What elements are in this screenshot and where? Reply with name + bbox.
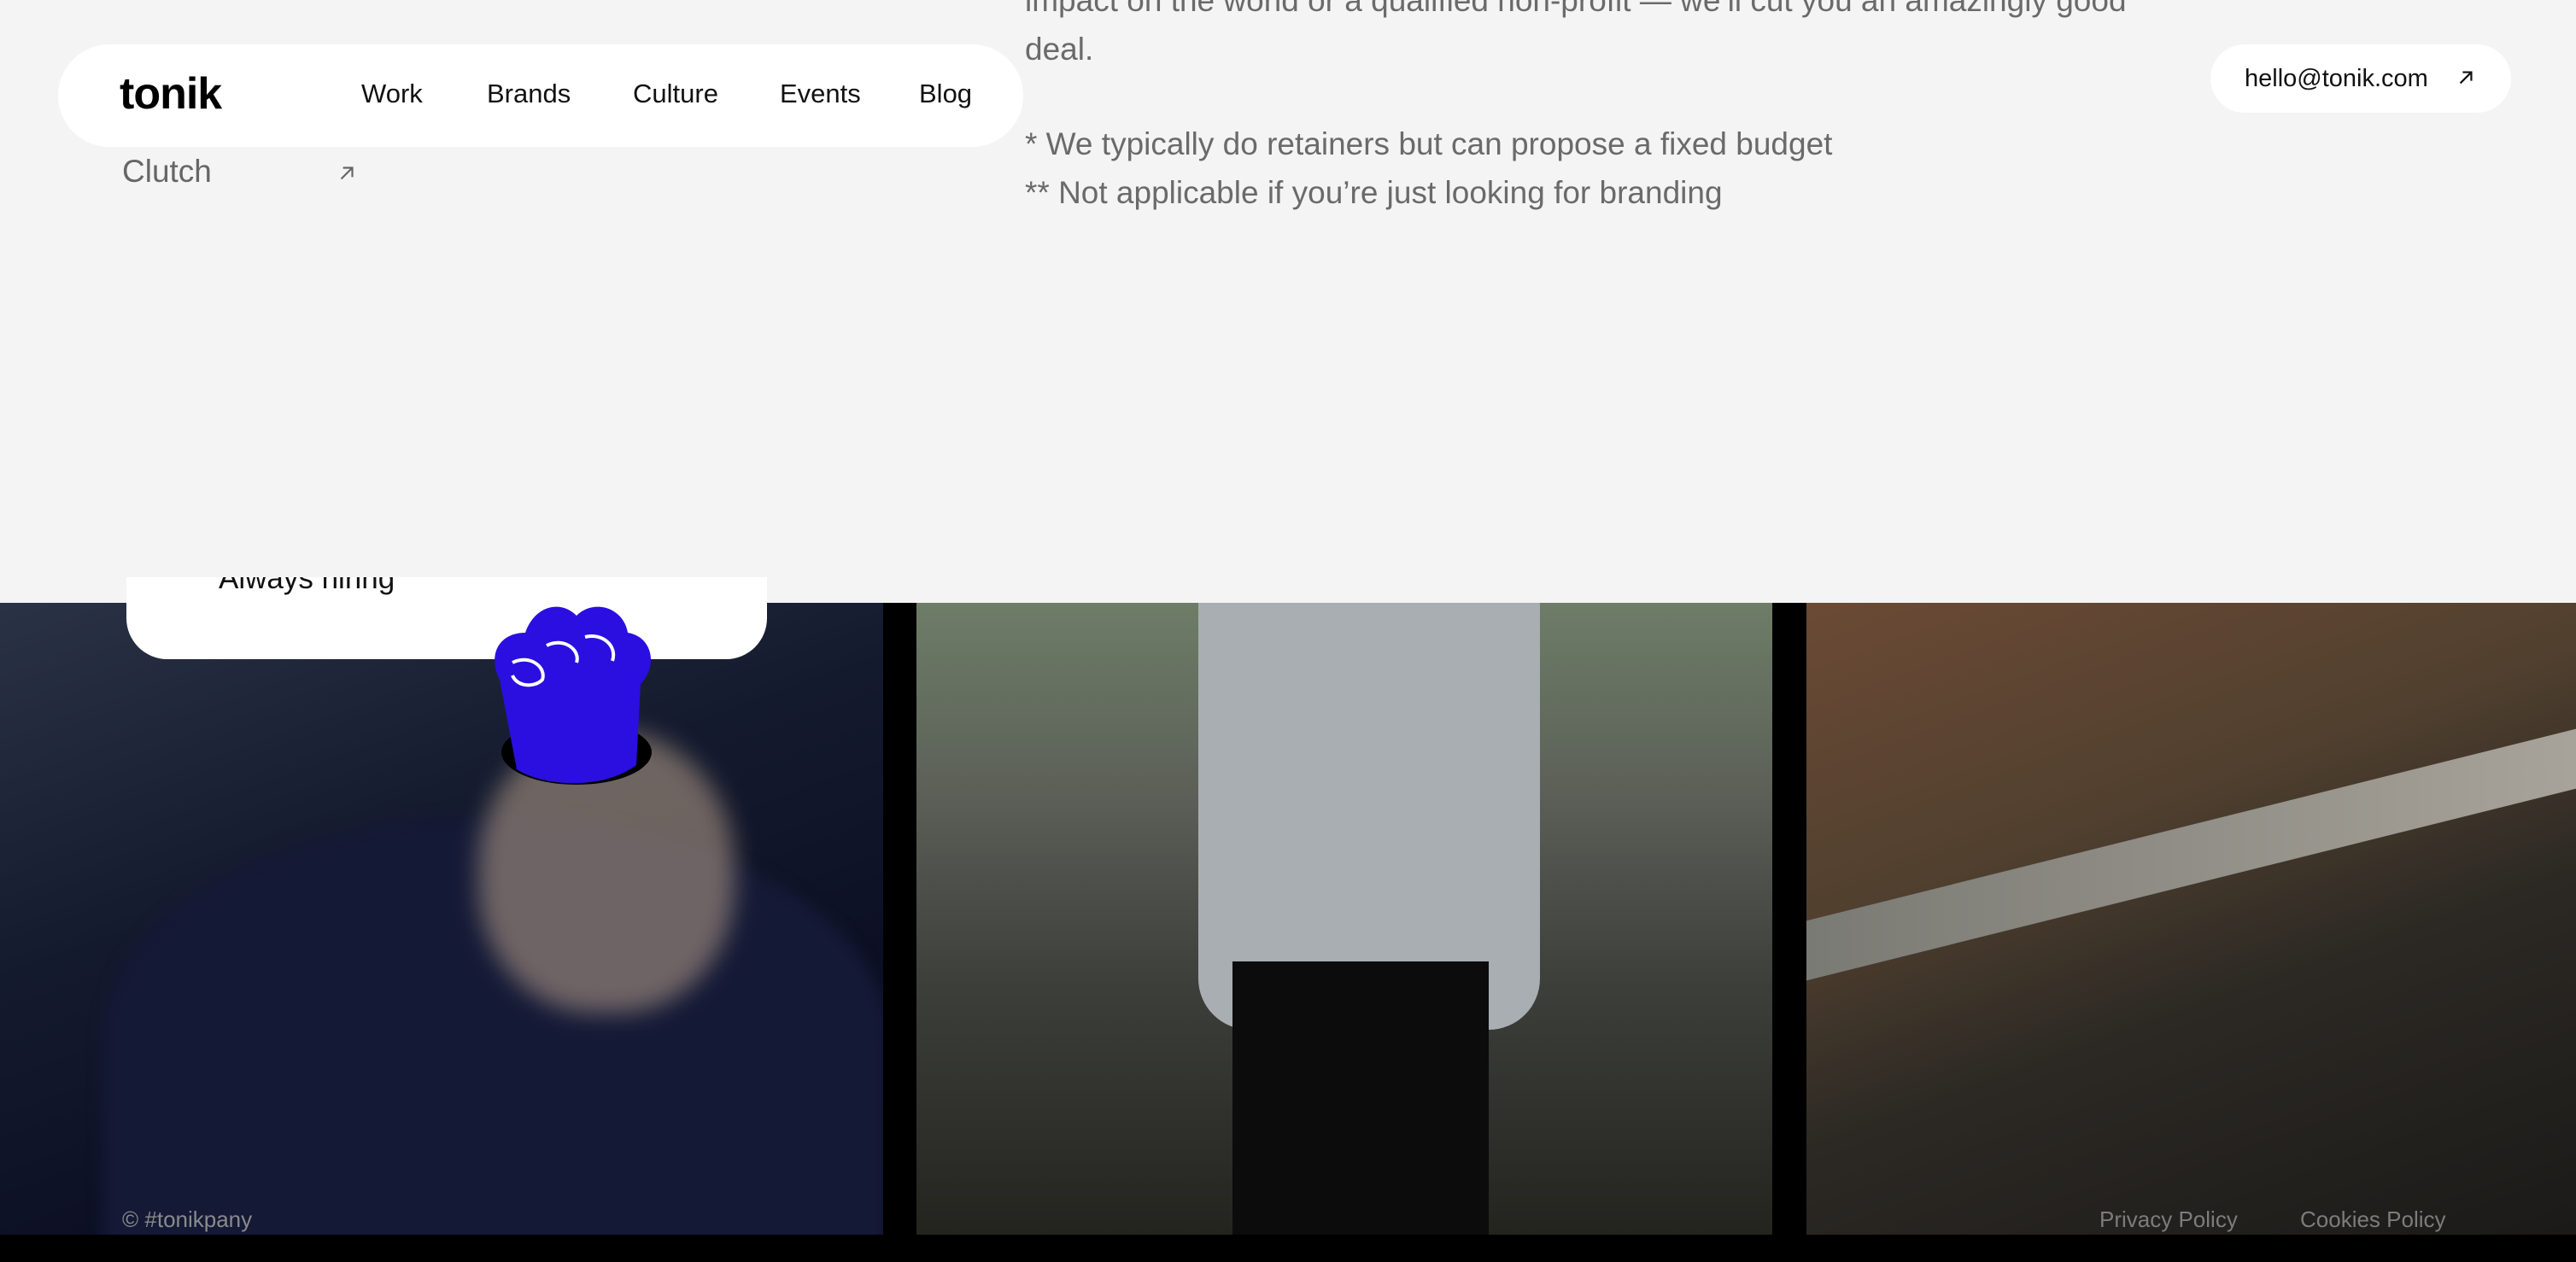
team-photo-3 — [1806, 603, 2576, 1235]
hiring-button[interactable]: Always hiring — [126, 577, 767, 659]
team-photo-1 — [0, 603, 883, 1235]
photo-pants — [1232, 961, 1489, 1235]
email-button[interactable]: hello@tonik.com — [2210, 44, 2511, 113]
email-label: hello@tonik.com — [2245, 64, 2428, 92]
nav-item-blog[interactable]: Blog — [919, 79, 972, 109]
nav-item-work[interactable]: Work — [361, 79, 423, 109]
photo-stairs — [1806, 728, 2576, 981]
copyright: © #tonikpany — [122, 1206, 253, 1232]
nav-item-culture[interactable]: Culture — [633, 79, 718, 109]
nav-item-events[interactable]: Events — [780, 79, 861, 109]
hiring-label: Always hiring — [219, 577, 395, 595]
nav-item-brands[interactable]: Brands — [487, 79, 571, 109]
tonik-logo[interactable]: tonik — [120, 68, 222, 120]
team-photo-2 — [916, 603, 1772, 1235]
arrow-up-right-icon — [340, 167, 354, 180]
photo-strip — [0, 603, 2576, 1262]
footnote-branding: ** Not applicable if you’re just looking… — [1025, 175, 1723, 210]
pricing-line-deal: deal. — [1025, 32, 1094, 67]
pricing-line-partial: impact on the world or a qualified non-p… — [1025, 0, 2127, 18]
footnote-retainers: * We typically do retainers but can prop… — [1025, 126, 1833, 161]
pricing-text: impact on the world or a qualified non-p… — [1025, 0, 2204, 73]
cookies-policy-link[interactable]: Cookies Policy — [2300, 1206, 2446, 1233]
arrow-up-right-icon — [2459, 71, 2473, 85]
footnotes: * We typically do retainers but can prop… — [1025, 120, 2204, 217]
fist-icon — [495, 606, 652, 785]
main-nav: tonik Work Brands Culture Events Blog — [58, 44, 1023, 147]
clutch-label: Clutch — [122, 154, 212, 189]
privacy-policy-link[interactable]: Privacy Policy — [2099, 1206, 2238, 1233]
clutch-link[interactable]: Clutch — [122, 154, 354, 190]
